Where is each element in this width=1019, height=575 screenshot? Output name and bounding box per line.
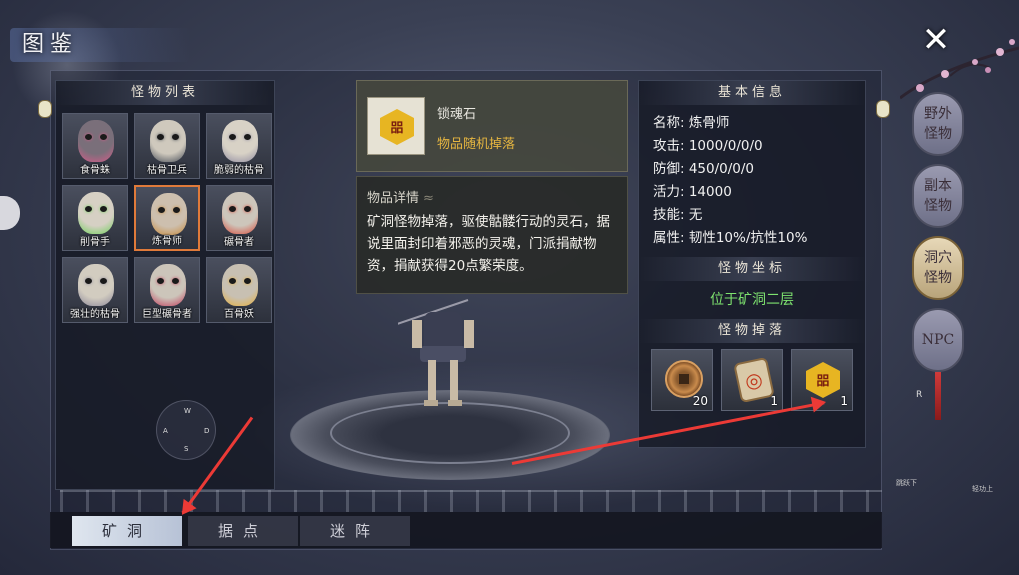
info-skill: 技能: 无 <box>653 207 703 223</box>
item-detail-title: 物品详情 <box>367 187 434 206</box>
monster-portrait-icon <box>150 264 186 306</box>
side-tab-cave-monsters[interactable]: 洞穴 怪物 <box>912 236 964 300</box>
item-name: 锁魂石 <box>437 107 477 122</box>
info-attack: 攻击: 1000/0/0/0 <box>653 138 763 154</box>
jump-down-hint[interactable]: 跳跃下 <box>896 478 917 488</box>
monster-name: 巨型碾骨者 <box>142 309 192 320</box>
monster-card[interactable]: 百骨妖 <box>206 257 272 323</box>
monster-portrait-icon <box>222 120 258 162</box>
monster-location: 位于矿洞二层 <box>710 292 794 308</box>
close-button[interactable]: ✕ <box>918 22 954 58</box>
monster-card[interactable]: 强壮的枯骨 <box>62 257 128 323</box>
monster-name: 食骨蛛 <box>80 165 110 176</box>
qinggong-up-hint[interactable]: 轻功上 <box>972 484 993 494</box>
side-tab-npc[interactable]: NPC <box>912 308 964 372</box>
monster-card[interactable]: 枯骨卫兵 <box>134 113 200 179</box>
soul-stone-glyph: 㗊 <box>390 121 404 136</box>
side-tab-field-monsters[interactable]: 野外 怪物 <box>912 92 964 156</box>
drop-qty: 1 <box>840 394 848 408</box>
scroll-icon <box>733 356 775 404</box>
info-attributes: 属性: 韧性10%/抗性10% <box>653 230 808 246</box>
monster-info-panel: 基本信息 名称: 炼骨师 攻击: 1000/0/0/0 防御: 450/0/0/… <box>638 80 866 448</box>
monster-list-title: 怪物列表 <box>56 81 274 105</box>
item-description: 矿洞怪物掉落，驱使骷髅行动的灵石，据说里面封印着邪恶的灵魂，门派捐献物资，捐献获… <box>367 214 610 274</box>
drop-slot-coin[interactable]: 20 <box>651 349 713 411</box>
item-detail-card: 物品详情 矿洞怪物掉落，驱使骷髅行动的灵石，据说里面封印着邪恶的灵魂，门派捐献物… <box>356 176 628 294</box>
monster-name: 强壮的枯骨 <box>70 309 120 320</box>
item-tooltip-card: 㗊 锁魂石 物品随机掉落 <box>356 80 628 172</box>
drop-slot-scroll[interactable]: 1 <box>721 349 783 411</box>
monster-card[interactable]: 削骨手 <box>62 185 128 251</box>
soul-stone-icon: 㗊 <box>367 97 425 155</box>
window-title: 图鉴 <box>22 32 79 57</box>
monster-3d-model[interactable] <box>398 292 488 420</box>
monster-grid: 食骨蛛 枯骨卫兵 脆弱的枯骨削骨手 炼骨师 碾骨者强壮的枯骨 巨型碾骨者 百骨妖 <box>62 113 272 323</box>
r-key-hint: R <box>916 390 923 400</box>
tassel-decoration <box>935 372 941 420</box>
monster-name: 脆弱的枯骨 <box>214 165 264 176</box>
monster-portrait-icon <box>150 120 186 162</box>
coin-icon <box>665 360 703 398</box>
info-vitality: 活力: 14000 <box>653 184 732 200</box>
drops-title: 怪物掉落 <box>639 319 865 343</box>
drop-qty: 1 <box>770 394 778 408</box>
monster-portrait-icon <box>78 264 114 306</box>
side-tab-dungeon-monsters[interactable]: 副本 怪物 <box>912 164 964 228</box>
monster-card[interactable]: 脆弱的枯骨 <box>206 113 272 179</box>
monster-card[interactable]: 碾骨者 <box>206 185 272 251</box>
tab-mine[interactable]: 矿洞 <box>72 516 182 546</box>
basic-info-title: 基本信息 <box>639 81 865 105</box>
item-source: 物品随机掉落 <box>437 137 516 152</box>
monster-portrait-icon <box>78 120 114 162</box>
monster-card[interactable]: 炼骨师 <box>134 185 200 251</box>
joystick-s: S <box>184 445 189 453</box>
info-name: 名称: 炼骨师 <box>653 115 730 131</box>
monster-portrait-icon <box>78 192 114 234</box>
coordinates-title: 怪物坐标 <box>639 257 865 281</box>
tab-maze[interactable]: 迷阵 <box>300 516 410 546</box>
monster-name: 炼骨师 <box>152 236 182 247</box>
monster-card[interactable]: 巨型碾骨者 <box>134 257 200 323</box>
monster-name: 枯骨卫兵 <box>147 165 187 176</box>
monster-card[interactable]: 食骨蛛 <box>62 113 128 179</box>
monster-portrait-icon <box>222 192 258 234</box>
joystick-a: A <box>163 427 168 435</box>
joystick-d: D <box>204 427 210 435</box>
soul-stone-glyph: 㗊 <box>816 374 830 389</box>
bottom-tab-bar: 矿洞 据点 迷阵 <box>50 512 882 548</box>
lantern-icon <box>876 100 890 118</box>
info-defense: 防御: 450/0/0/0 <box>653 161 755 177</box>
joystick-w: W <box>184 407 191 415</box>
drop-qty: 20 <box>692 394 708 408</box>
monster-name: 碾骨者 <box>224 237 254 248</box>
tab-stronghold[interactable]: 据点 <box>188 516 298 546</box>
monster-name: 削骨手 <box>80 237 110 248</box>
lantern-icon <box>38 100 52 118</box>
monster-portrait-icon <box>151 193 187 235</box>
movement-joystick[interactable]: W A D S <box>156 400 216 460</box>
monster-portrait-icon <box>222 264 258 306</box>
monster-name: 百骨妖 <box>224 309 254 320</box>
